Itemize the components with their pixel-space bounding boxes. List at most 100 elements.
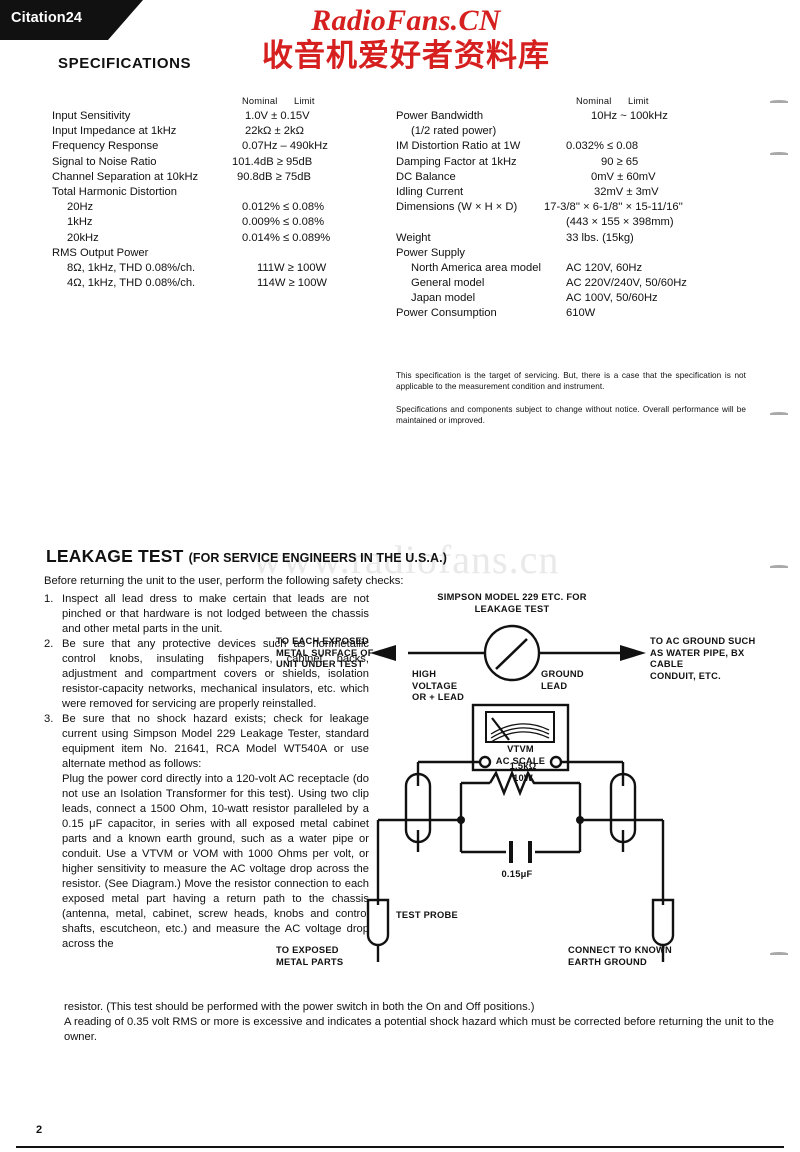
spec-row-value: 0.014% ≤ 0.089% xyxy=(242,231,331,244)
diagram-right-arrow-label: TO AC GROUND SUCH AS WATER PIPE, BX CABL… xyxy=(650,636,756,681)
spec-row-name: Signal to Noise Ratio xyxy=(52,155,157,168)
scan-artifact-mark xyxy=(770,952,788,955)
spec-row: Weight 33 lbs. (15kg) xyxy=(396,231,766,246)
spec-row-value: 0.012% ≤ 0.08% xyxy=(242,201,325,214)
spec-row-value: AC 220V/240V, 50/60Hz xyxy=(566,277,687,290)
spec-row: Input Sensitivity 1.0V ± 0.15V xyxy=(52,109,382,124)
spec-row: 8Ω, 1kHz, THD 0.08%/ch. 111W ≥ 100W xyxy=(52,261,382,276)
spec-row-name: DC Balance xyxy=(396,170,456,183)
spec-row: Idling Current 32mV ± 3mV xyxy=(396,185,766,200)
leakage-test-diagram: SIMPSON MODEL 229 ETC. FOR LEAKAGE TEST … xyxy=(276,590,778,990)
diagram-capacitor-label: 0.15μF xyxy=(501,869,533,879)
junction-dot-right xyxy=(576,816,584,824)
spec-row-name: General model xyxy=(411,277,485,290)
spec-row: Signal to Noise Ratio 101.4dB ≥ 95dB xyxy=(52,155,382,170)
spec-row: Input Impedance at 1kHz 22kΩ ± 2kΩ xyxy=(52,124,382,139)
watermark-site-name-cn: 收音机爱好者资料库 xyxy=(262,38,550,74)
column-header-limit: Limit xyxy=(294,96,315,106)
diagram-meter-caption: SIMPSON MODEL 229 ETC. FOR LEAKAGE TEST xyxy=(437,592,587,614)
watermark-site-name: RadioFans.CN xyxy=(311,4,501,37)
model-corner-tab: Citation24 xyxy=(0,0,143,40)
specification-note: Specifications and components subject to… xyxy=(396,404,746,426)
spec-row: North America area model AC 120V, 60Hz xyxy=(396,261,766,276)
spec-row-name: Japan model xyxy=(411,292,476,305)
spec-row-value: 111W ≥ 100W xyxy=(257,261,327,274)
scan-artifact-mark xyxy=(770,412,788,415)
watermark-radiofans: RadioFans.CN 收音机爱好者资料库 xyxy=(246,6,566,75)
spec-row: 1kHz 0.009% ≤ 0.08% xyxy=(52,215,382,230)
diagram-ground-lead-label: GROUND LEAD xyxy=(541,669,584,691)
diagram-left-probe-label: TO EXPOSED METAL PARTS xyxy=(276,945,344,967)
spec-row: Channel Separation at 10kHz 90.8dB ≥ 75dB xyxy=(52,170,382,185)
scan-artifact-mark xyxy=(770,152,788,155)
diagram-test-probe-label: TEST PROBE xyxy=(396,910,458,920)
leakage-test-subtitle: (FOR SERVICE ENGINEERS IN THE U.S.A.) xyxy=(188,551,447,565)
spec-row: Total Harmonic Distortion xyxy=(52,185,382,200)
spec-column-headers-right: Nominal Limit xyxy=(396,94,766,107)
spec-row: (1/2 rated power) xyxy=(396,124,766,139)
column-header-nominal: Nominal xyxy=(242,96,278,106)
spec-row-name: 4Ω, 1kHz, THD 0.08%/ch. xyxy=(67,277,196,290)
leakage-test-intro: Before returning the unit to the user, p… xyxy=(44,575,404,587)
scan-artifact-mark xyxy=(770,565,788,568)
spec-row-name: Power Supply xyxy=(396,246,466,259)
diagram-resistor-label: 1.5kΩ 10W xyxy=(509,761,537,783)
spec-row-value: (443 × 155 × 398mm) xyxy=(566,216,674,229)
diagram-vtvm-label: VTVM xyxy=(507,744,534,754)
spec-row-value: 32mV ± 3mV xyxy=(594,185,659,198)
model-name-label: Citation24 xyxy=(11,10,83,26)
spec-row-name: RMS Output Power xyxy=(52,246,149,259)
spec-row-value: AC 100V, 50/60Hz xyxy=(566,292,658,305)
spec-row-value: 90 ≥ 65 xyxy=(601,155,639,168)
spec-row-name: 20Hz xyxy=(67,201,94,214)
spec-row-name: Power Bandwidth xyxy=(396,110,484,122)
spec-column-headers-left: Nominal Limit xyxy=(52,94,382,107)
spec-row-name: Damping Factor at 1kHz xyxy=(396,155,517,168)
spec-row-value: 114W ≥ 100W xyxy=(257,277,327,290)
spec-row-value: 33 lbs. (15kg) xyxy=(566,231,634,244)
specifications-table-right: Nominal Limit Power Bandwidth 10Hz ~ 100k… xyxy=(396,94,766,322)
column-header-nominal: Nominal xyxy=(576,96,612,106)
spec-row-name: Frequency Response xyxy=(52,140,159,153)
spec-row-name: Input Sensitivity xyxy=(52,110,131,122)
spec-row: 4Ω, 1kHz, THD 0.08%/ch. 114W ≥ 100W xyxy=(52,276,382,291)
spec-row: Japan model AC 100V, 50/60Hz xyxy=(396,291,766,306)
spec-row: (443 × 155 × 398mm) xyxy=(396,215,766,230)
spec-row-value: AC 120V, 60Hz xyxy=(566,261,643,274)
diagram-left-arrow-label: TO EACH EXPOSED METAL SURFACE OF UNIT UN… xyxy=(276,636,374,669)
vtvm-face xyxy=(485,711,555,743)
test-probe-right xyxy=(651,898,675,947)
spec-row: General model AC 220V/240V, 50/60Hz xyxy=(396,276,766,291)
spec-row: 20Hz 0.012% ≤ 0.08% xyxy=(52,200,382,215)
leakage-test-conclusion: resistor. (This test should be performed… xyxy=(64,1000,774,1045)
spec-row: Power Bandwidth 10Hz ~ 100kHz xyxy=(396,109,766,124)
spec-row-value: 0.07Hz – 490kHz xyxy=(242,140,328,153)
spec-row-value: 22kΩ ± 2kΩ xyxy=(245,125,304,138)
spec-row: Frequency Response 0.07Hz – 490kHz xyxy=(52,139,382,154)
footer-rule xyxy=(16,1146,784,1148)
spec-row-name: IM Distortion Ratio at 1W xyxy=(396,140,521,153)
spec-row-name: Input Impedance at 1kHz xyxy=(52,125,177,138)
spec-row-value: 1.0V ± 0.15V xyxy=(245,110,310,122)
step-number: 3. xyxy=(44,713,54,725)
specification-notes: This specification is the target of serv… xyxy=(396,370,746,438)
leakage-tail-line-2: A reading of 0.35 volt RMS or more is ex… xyxy=(64,1016,774,1043)
step-number: 1. xyxy=(44,593,54,605)
spec-row-value: 610W xyxy=(566,307,596,320)
spec-row-name: North America area model xyxy=(411,261,541,274)
spec-row-value: 0mV ± 60mV xyxy=(591,170,656,183)
spec-row: Damping Factor at 1kHz 90 ≥ 65 xyxy=(396,155,766,170)
spec-row: Dimensions (W × H × D) 17-3/8'' × 6-1/8''… xyxy=(396,200,766,215)
spec-row-name: Idling Current xyxy=(396,185,464,198)
specification-note: This specification is the target of serv… xyxy=(396,371,746,392)
spec-row-name: Power Consumption xyxy=(396,307,497,320)
spec-row-name: 8Ω, 1kHz, THD 0.08%/ch. xyxy=(67,261,196,274)
arrow-head-right xyxy=(620,645,646,661)
spec-row-value: 0.032% ≤ 0.08 xyxy=(566,140,639,153)
leakage-test-title: LEAKAGE TEST xyxy=(46,546,184,566)
leakage-tail-line-1: resistor. (This test should be performed… xyxy=(64,1001,535,1013)
spec-row: Power Consumption 610W xyxy=(396,306,766,321)
spec-row: DC Balance 0mV ± 60mV xyxy=(396,170,766,185)
spec-row-name: Dimensions (W × H × D) xyxy=(396,201,518,214)
spec-row: IM Distortion Ratio at 1W 0.032% ≤ 0.08 xyxy=(396,139,766,154)
